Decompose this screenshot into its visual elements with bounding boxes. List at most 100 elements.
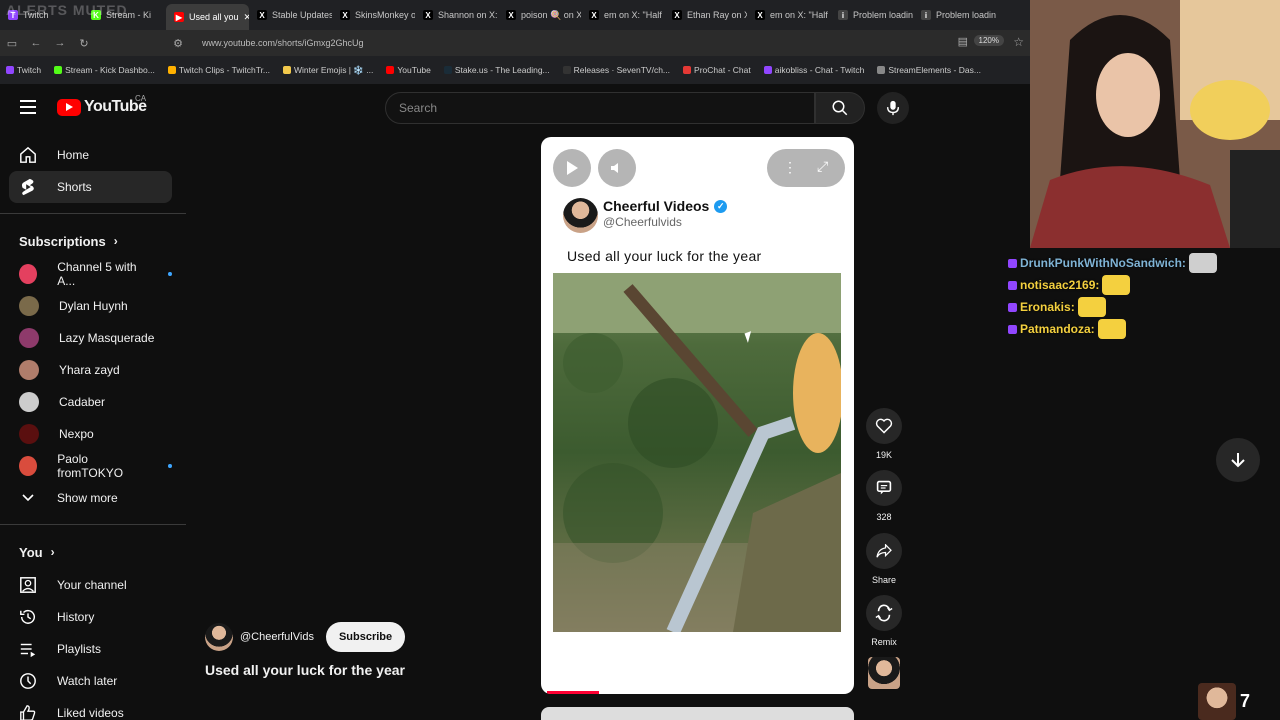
subscription-item[interactable]: Paolo fromTOKYO — [9, 450, 172, 482]
chevron-right-icon: › — [113, 234, 118, 248]
bookmark-favicon-icon — [763, 66, 772, 74]
sidebar-item-home[interactable]: Home — [9, 139, 172, 171]
bookmark-item[interactable]: Stream - Kick Dashbo... — [54, 65, 155, 75]
bookmark-item[interactable]: Releases · SevenTV/ch... — [562, 65, 670, 75]
like-button[interactable] — [866, 408, 902, 444]
subscription-label: Dylan Huynh — [59, 299, 128, 313]
bookmark-item[interactable]: Twitch Clips - TwitchTr... — [167, 65, 270, 75]
sidebar-item-shorts[interactable]: Shorts — [9, 171, 172, 203]
address-bar: ▭ ← → ↻ ⚙ www.youtube.com/shorts/iGmxg2G… — [0, 30, 1030, 56]
like-action[interactable]: 19K — [866, 408, 902, 460]
browser-tab[interactable]: Xem on X: "Half — [581, 2, 664, 28]
favorite-star-icon[interactable]: ☆ — [1013, 35, 1024, 49]
sidebar-item-playlists[interactable]: Playlists — [9, 633, 172, 665]
url-field[interactable]: www.youtube.com/shorts/iGmxg2GhcUg — [202, 38, 364, 48]
browser-tab[interactable]: ▶ Used all you ✕ — [166, 4, 249, 30]
video-progress-bar[interactable] — [547, 691, 599, 694]
channel-avatar — [19, 296, 39, 316]
comment-action[interactable]: 328 — [866, 470, 902, 522]
subscription-item[interactable]: Yhara zayd — [9, 354, 172, 386]
sidebar-item-liked-videos[interactable]: Liked videos — [9, 697, 172, 720]
browser-tab[interactable]: X SkinsMonkey o — [332, 2, 415, 28]
youtube-logo[interactable]: YouTube CA — [57, 94, 147, 116]
share-action[interactable]: Share — [866, 533, 902, 585]
next-short-preview[interactable] — [541, 707, 854, 720]
short-player[interactable]: ⋮ ⤢ Cheerful Videos ✓ @Cheerfulvids Used… — [541, 137, 854, 694]
chat-badge-icon — [1008, 258, 1017, 268]
bookmark-item[interactable]: Twitch — [6, 65, 41, 75]
subscription-label: Lazy Masquerade — [59, 331, 155, 345]
voice-search-button[interactable] — [877, 92, 909, 124]
browser-tab[interactable]: i Problem loadin — [830, 2, 913, 28]
bookmark-item[interactable]: Winter Emojis | ❄️ ... — [283, 65, 373, 76]
subscription-item[interactable]: Dylan Huynh — [9, 290, 172, 322]
channel-row: @CheerfulVids Subscribe — [205, 622, 406, 652]
sidebar-item-your-channel[interactable]: Your channel — [9, 569, 172, 601]
sidebar-item-label: Your channel — [57, 578, 127, 592]
search-input[interactable]: Search — [385, 92, 815, 124]
show-more-button[interactable]: Show more — [9, 482, 172, 514]
sidebar-item-history[interactable]: History — [9, 601, 172, 633]
browser-tab-bar: T Twitch K Stream - Ki ▶ Used all you ✕ X Stable… — [0, 0, 1030, 30]
search-button[interactable] — [815, 92, 865, 124]
bookmark-favicon-icon — [443, 66, 452, 74]
back-icon[interactable]: ← — [24, 37, 48, 49]
bookmark-label: StreamElements - Das... — [888, 65, 981, 75]
browser-tab[interactable]: X Ethan Ray on X — [664, 2, 747, 28]
short-title[interactable]: Used all your luck for the year — [205, 662, 405, 678]
subscriptions-heading[interactable]: Subscriptions › — [0, 224, 186, 258]
zoom-badge[interactable]: 120% — [973, 35, 1004, 46]
bookmark-item[interactable]: StreamElements - Das... — [877, 65, 981, 75]
browser-tab[interactable]: Xpoison 🍭 on X — [498, 2, 581, 28]
comment-button[interactable] — [866, 470, 902, 506]
reload-icon[interactable]: ↻ — [72, 37, 96, 50]
fullscreen-icon[interactable]: ⤢ — [817, 158, 828, 175]
channel-avatar[interactable] — [205, 623, 233, 651]
subscription-item[interactable]: Lazy Masquerade — [9, 322, 172, 354]
bookmark-favicon-icon — [386, 66, 395, 74]
channel-handle[interactable]: @CheerfulVids — [240, 631, 314, 643]
mute-button[interactable] — [598, 149, 636, 187]
subscription-item[interactable]: Channel 5 with A... — [9, 258, 172, 290]
new-content-dot — [168, 272, 172, 276]
video-frame[interactable] — [553, 273, 841, 632]
browser-tab[interactable]: Xem on X: "Half — [747, 2, 830, 28]
bookmark-item[interactable]: YouTube — [386, 65, 431, 75]
bookmark-favicon-icon — [167, 66, 176, 74]
subscribe-button[interactable]: Subscribe — [325, 622, 406, 652]
menu-icon[interactable] — [20, 100, 36, 118]
channel-avatar — [19, 360, 39, 380]
sidebar-item-label: Home — [57, 148, 90, 162]
site-info-icon[interactable]: ⚙ — [166, 37, 190, 50]
player-controls-group: ⋮ ⤢ — [767, 149, 845, 187]
browser-tab[interactable]: i Problem loadin — [913, 2, 996, 28]
sound-thumbnail[interactable] — [866, 657, 902, 689]
forward-icon[interactable]: → — [48, 37, 72, 49]
subscription-item[interactable]: Nexpo — [9, 418, 172, 450]
chat-emote-icon — [1097, 319, 1126, 339]
bookmark-item[interactable]: ProChat - Chat — [683, 65, 751, 75]
channel-avatar — [19, 264, 38, 284]
sidebar-toggle-icon[interactable]: ▭ — [0, 37, 24, 50]
sidebar-item-watch-later[interactable]: Watch later — [9, 665, 172, 697]
viewer-counter: 7 — [1198, 683, 1250, 720]
remix-action[interactable]: Remix — [866, 595, 902, 647]
stream-chat-overlay: DrunkPunkWithNoSandwich: notisaac2169: Ero… — [1008, 248, 1280, 720]
bookmark-favicon-icon — [6, 66, 14, 74]
subscription-item[interactable]: Cadaber — [9, 386, 172, 418]
remix-button[interactable] — [866, 595, 902, 631]
reader-view-icon[interactable]: ▤ — [958, 35, 968, 48]
browser-tab[interactable]: X Stable Updates — [249, 2, 332, 28]
webcam-overlay — [1030, 0, 1280, 248]
you-heading[interactable]: You › — [0, 535, 186, 569]
chat-message: Eronakis: — [1008, 297, 1106, 317]
bookmark-item[interactable]: Stake.us - The Leading... — [443, 65, 550, 75]
browser-tab[interactable]: X Shannon on X: — [415, 2, 498, 28]
viewer-count: 7 — [1240, 691, 1251, 711]
streamer-webcam-image — [1030, 0, 1280, 248]
share-button[interactable] — [866, 533, 902, 569]
more-options-icon[interactable]: ⋮ — [783, 159, 797, 176]
bookmark-favicon-icon — [562, 66, 571, 74]
bookmark-item[interactable]: aikobliss - Chat - Twitch — [763, 65, 864, 75]
play-button[interactable] — [553, 149, 591, 187]
